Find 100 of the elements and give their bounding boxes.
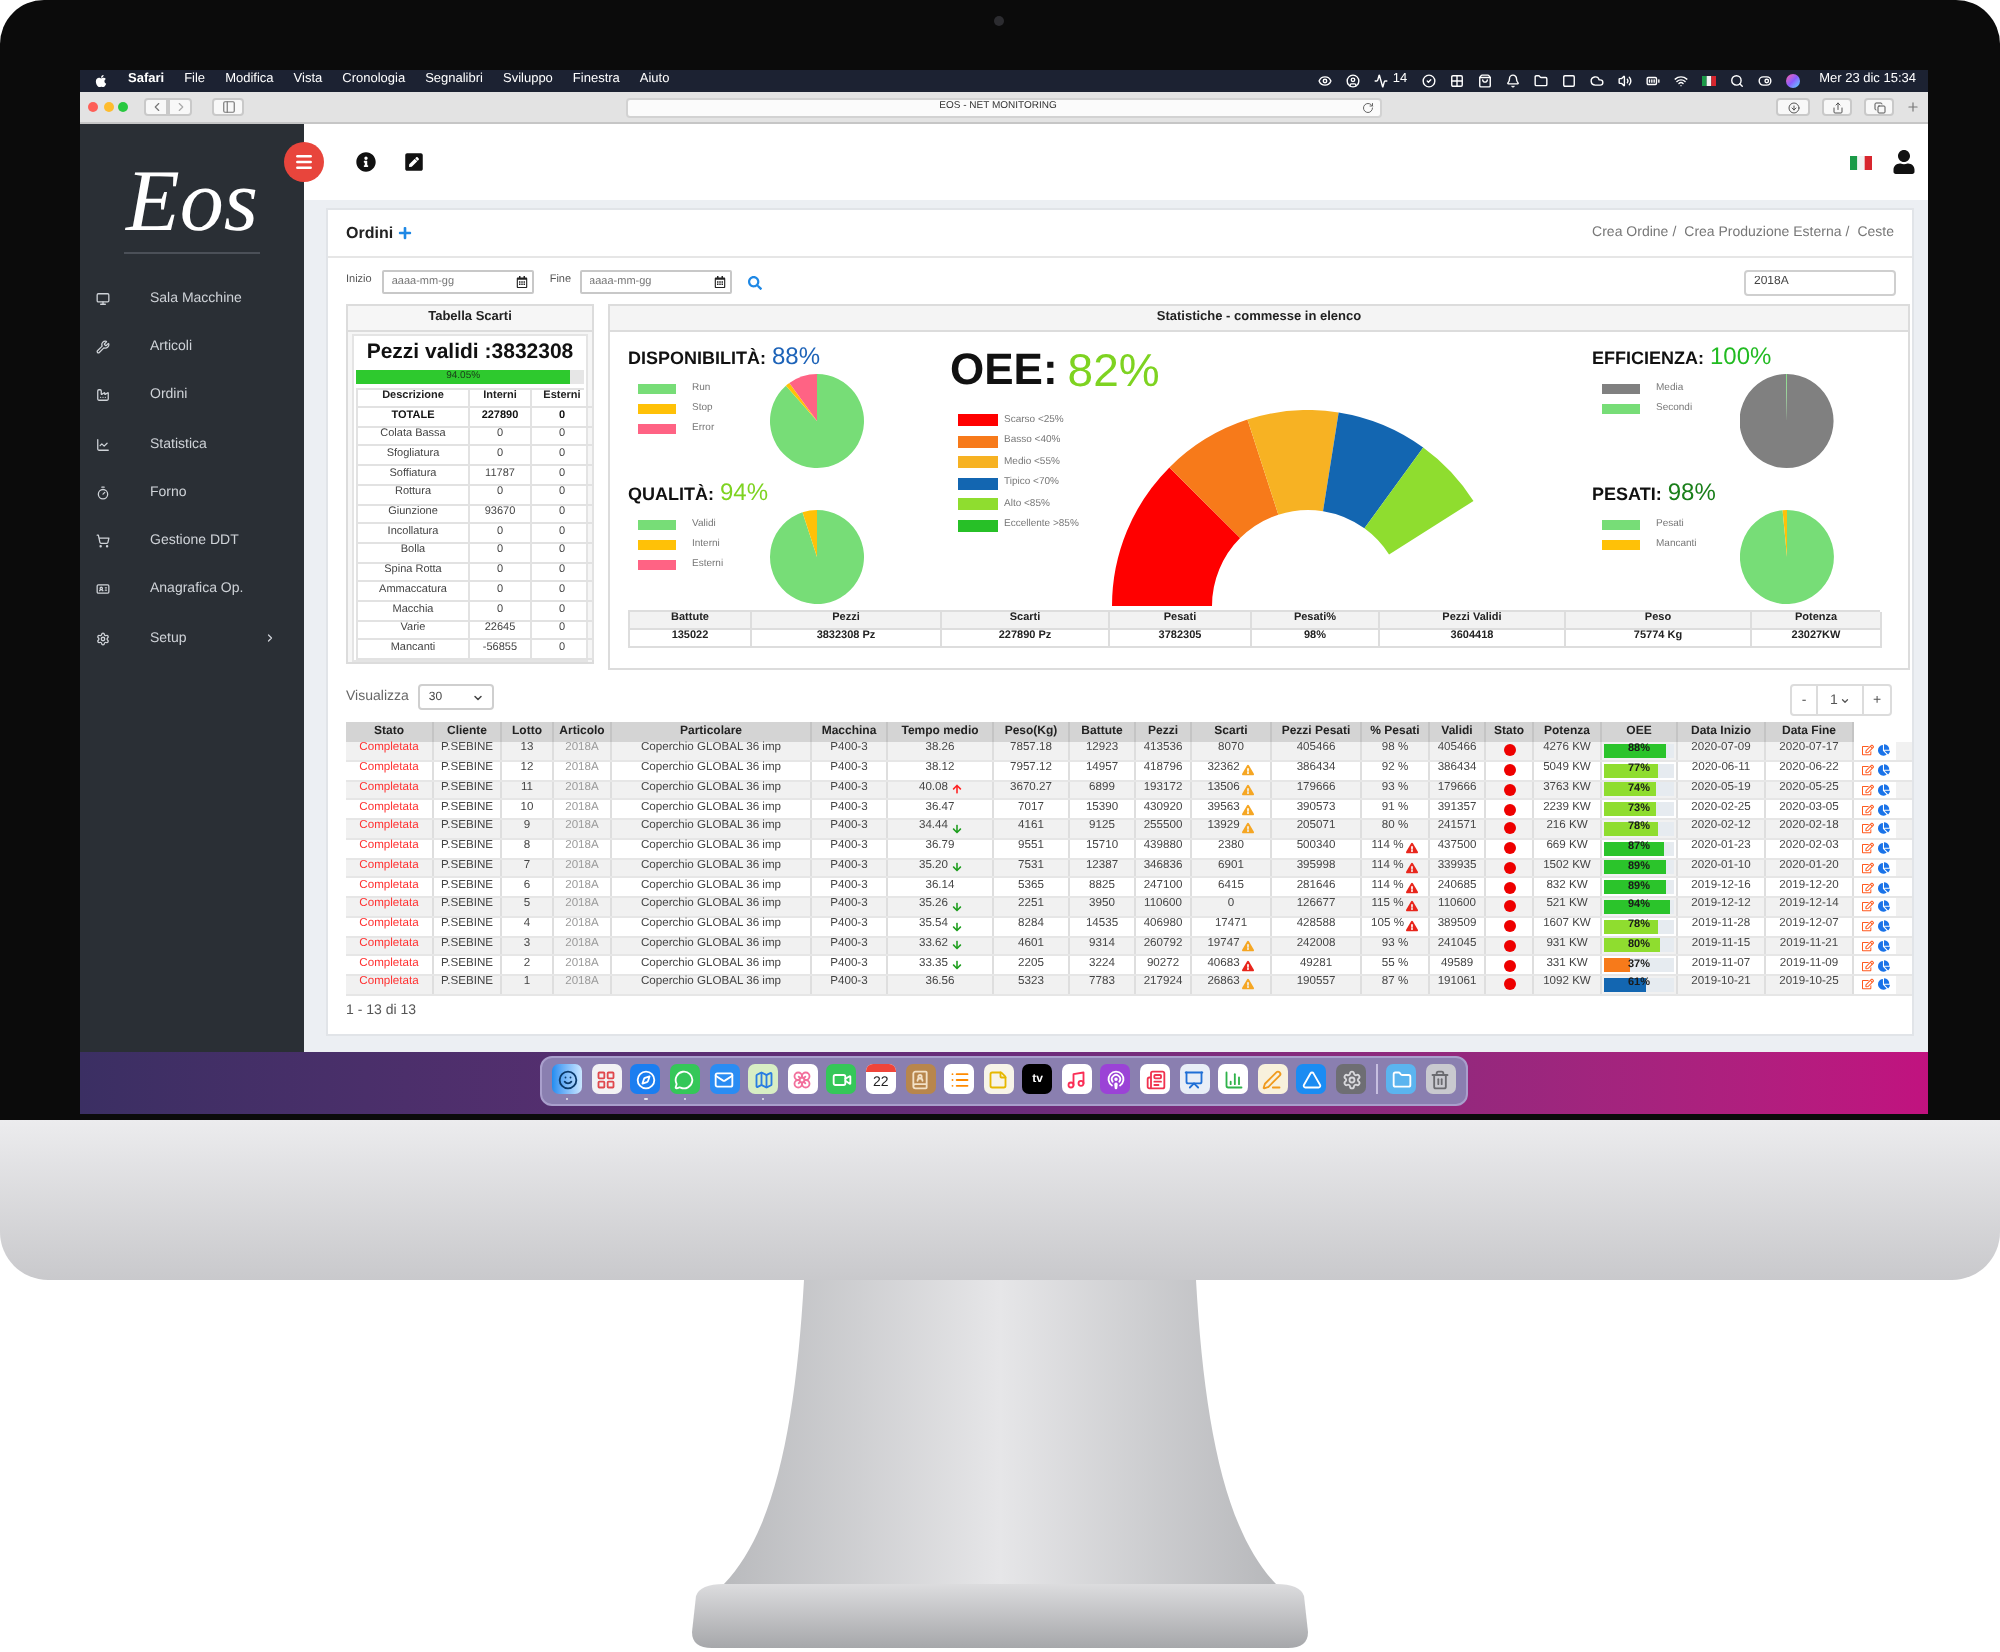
toggle-icon[interactable] — [1757, 74, 1772, 88]
bar-chart-icon[interactable] — [1218, 1064, 1249, 1094]
triangle-icon[interactable] — [1296, 1064, 1327, 1094]
pie-chart-icon[interactable] — [1877, 783, 1889, 796]
pie-chart-icon[interactable] — [1877, 764, 1889, 777]
factory-icon — [96, 388, 110, 403]
tabs-button[interactable] — [1864, 98, 1894, 116]
apple-logo-icon[interactable] — [94, 74, 108, 88]
id-card-icon — [96, 582, 110, 597]
back-button[interactable] — [144, 98, 168, 116]
gauge-segment — [1112, 467, 1241, 606]
chat-bubble-icon[interactable] — [669, 1064, 700, 1094]
kpi-value: 100% — [1710, 344, 1772, 368]
pie-chart-icon[interactable] — [1877, 822, 1889, 835]
logo: Eos — [126, 158, 258, 246]
calendar-icon[interactable] — [515, 276, 528, 288]
sidebar-button[interactable] — [212, 98, 244, 116]
pie-chart-icon[interactable] — [1877, 959, 1889, 972]
map-icon[interactable] — [748, 1064, 779, 1094]
oee-label: OEE: — [950, 348, 1058, 392]
gear-icon[interactable] — [1336, 1064, 1367, 1094]
menu-icon — [294, 152, 314, 172]
settings-icon — [96, 631, 110, 646]
gauge-segment — [1364, 447, 1474, 555]
envelope-icon[interactable] — [709, 1064, 740, 1094]
smiley-icon[interactable] — [552, 1064, 583, 1094]
monitor-icon — [96, 291, 110, 306]
activity-icon[interactable] — [1374, 74, 1389, 88]
bell-icon[interactable] — [1505, 74, 1520, 88]
pie-chart-icon[interactable] — [1877, 978, 1889, 991]
flag-icon[interactable] — [1701, 76, 1716, 86]
gauge-segment — [1323, 412, 1424, 529]
kpi-value: 98% — [1667, 480, 1716, 504]
grid-icon[interactable] — [1449, 74, 1464, 88]
kpi-label: EFFICIENZA: — [1592, 350, 1704, 368]
line-chart-icon — [96, 437, 110, 452]
plus-icon[interactable] — [397, 226, 412, 240]
bag-icon[interactable] — [1477, 74, 1492, 88]
info-icon[interactable] — [356, 152, 376, 172]
kpi-label: PESATI: — [1592, 486, 1662, 504]
flower-icon[interactable] — [787, 1064, 818, 1094]
download-button[interactable] — [1776, 98, 1810, 116]
user-icon[interactable] — [1892, 150, 1916, 174]
sidebar-icon — [221, 100, 235, 114]
share-icon — [1831, 101, 1843, 113]
reload-icon[interactable] — [1362, 101, 1374, 113]
pie-chart-icon[interactable] — [1877, 861, 1889, 874]
kpi-value: 88% — [772, 344, 821, 368]
pie-chart-icon[interactable] — [1877, 803, 1889, 816]
chevron-left-icon — [149, 100, 163, 114]
note-icon[interactable] — [983, 1064, 1014, 1094]
pie-chart-icon[interactable] — [1877, 900, 1889, 913]
podcast-icon[interactable] — [1100, 1064, 1131, 1094]
folder-icon[interactable] — [1533, 74, 1548, 88]
download-icon — [1787, 101, 1799, 113]
pie-chart-icon[interactable] — [1877, 939, 1889, 952]
wrench-icon — [96, 339, 110, 354]
check-circle-icon[interactable] — [1421, 74, 1436, 88]
kpi-label: DISPONIBILITÀ: — [628, 350, 766, 368]
trash-icon[interactable] — [1425, 1064, 1456, 1094]
chevron-right-icon — [173, 100, 187, 114]
close-button[interactable] — [88, 102, 98, 112]
edit-icon[interactable] — [404, 152, 424, 172]
orb-icon[interactable] — [1785, 74, 1800, 88]
video-camera-icon[interactable] — [826, 1064, 857, 1094]
calendar-icon[interactable] — [713, 276, 726, 288]
volume-icon[interactable] — [1617, 74, 1632, 88]
eye-icon[interactable] — [1318, 74, 1333, 88]
cloud-icon[interactable] — [1589, 74, 1604, 88]
square-icon[interactable] — [1561, 74, 1576, 88]
timer-icon — [96, 485, 110, 500]
page-heading: Ordini — [346, 225, 394, 241]
kpi-label: QUALITÀ: — [628, 486, 714, 504]
share-button[interactable] — [1822, 98, 1852, 116]
user-circle-icon[interactable] — [1346, 74, 1361, 88]
pie-chart-icon[interactable] — [1877, 881, 1889, 894]
pie-chart-icon[interactable] — [1877, 842, 1889, 855]
tabs-icon — [1873, 101, 1885, 113]
menu-button[interactable] — [284, 142, 324, 182]
pen-icon[interactable] — [1257, 1064, 1288, 1094]
valid-pieces-total: Pezzi validi :3832308 — [366, 341, 574, 363]
kpi-value: 94% — [720, 480, 769, 504]
pie-chart-icon[interactable] — [1877, 920, 1889, 933]
search-icon[interactable] — [1729, 74, 1744, 88]
oee-value: 82% — [1067, 348, 1160, 394]
music-note-icon[interactable] — [1061, 1064, 1092, 1094]
compass-icon[interactable] — [630, 1064, 661, 1094]
address-book-icon[interactable] — [905, 1064, 936, 1094]
camera-icon — [994, 16, 1004, 26]
cart-icon — [96, 534, 110, 549]
chevron-down-icon — [472, 691, 485, 703]
battery-icon[interactable] — [1645, 74, 1660, 88]
pie-chart-icon[interactable] — [1877, 744, 1889, 757]
wifi-icon[interactable] — [1673, 74, 1688, 88]
gauge-segment — [1169, 419, 1279, 539]
gauge-segment — [1247, 410, 1339, 515]
presentation-icon[interactable] — [1179, 1064, 1210, 1094]
newspaper-icon[interactable] — [1140, 1064, 1171, 1094]
list-icon[interactable] — [944, 1064, 975, 1094]
chevron-down-icon — [1839, 695, 1850, 705]
